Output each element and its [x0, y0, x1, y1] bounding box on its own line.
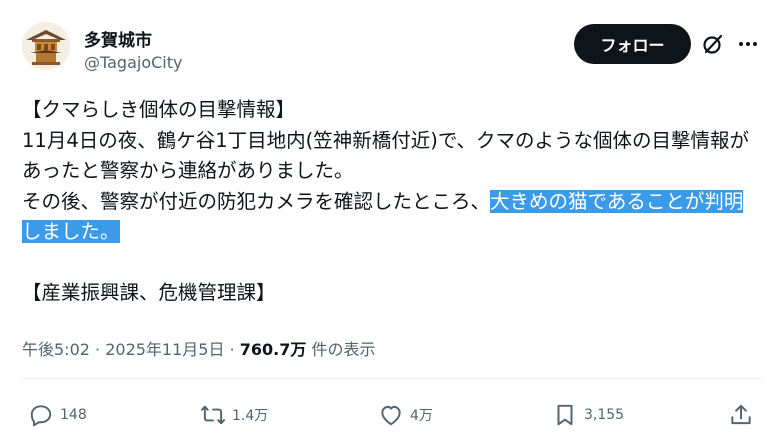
tweet-line-department: 【産業振興課、危機管理課】	[22, 281, 276, 304]
view-count-label: 件の表示	[306, 340, 376, 359]
display-name[interactable]: 多賀城市	[84, 26, 152, 51]
repost-count: 1.4万	[232, 408, 269, 424]
tweet-time[interactable]: 午後5:02	[22, 340, 90, 359]
share-button[interactable]	[728, 400, 754, 430]
more-icon[interactable]	[736, 32, 760, 56]
like-count: 4万	[410, 408, 433, 424]
follow-button[interactable]: フォロー	[574, 24, 691, 64]
tweet-header: 多賀城市 @TagajoCity フォロー	[0, 0, 782, 90]
user-handle[interactable]: @TagajoCity	[84, 53, 182, 72]
meta-separator: ·	[224, 340, 240, 359]
avatar-image	[22, 22, 70, 70]
view-count[interactable]: 760.7万	[240, 340, 307, 359]
like-button[interactable]: 4万	[378, 400, 433, 430]
grok-icon[interactable]	[701, 32, 725, 56]
tweet-line-followup: その後、警察が付近の防犯カメラを確認したところ、	[22, 189, 491, 213]
repost-icon	[200, 405, 226, 425]
tweet-date[interactable]: 2025年11月5日	[105, 340, 224, 359]
bookmark-button[interactable]: 3,155	[552, 400, 624, 430]
tweet-line-report: 11月4日の夜、鶴ケ谷1丁目地内(笠神新橋付近)で、クマのような個体の目撃情報が…	[22, 128, 750, 183]
repost-button[interactable]: 1.4万	[200, 400, 268, 430]
divider	[22, 378, 762, 379]
reply-icon	[30, 405, 52, 427]
reply-count: 148	[60, 407, 87, 423]
bookmark-icon	[557, 404, 573, 426]
tweet-meta: 午後5:02 · 2025年11月5日 · 760.7万 件の表示	[22, 336, 375, 360]
bookmark-count: 3,155	[584, 407, 625, 423]
reply-button[interactable]: 148	[28, 400, 87, 430]
tweet-body: 【クマらしき個体の目撃情報】 11月4日の夜、鶴ケ谷1丁目地内(笠神新橋付近)で…	[22, 95, 762, 309]
meta-separator: ·	[89, 340, 106, 359]
avatar[interactable]	[22, 22, 70, 70]
heart-icon	[381, 405, 401, 426]
share-icon	[731, 404, 751, 425]
tweet-line-heading: 【クマらしき個体の目撃情報】	[22, 98, 296, 121]
